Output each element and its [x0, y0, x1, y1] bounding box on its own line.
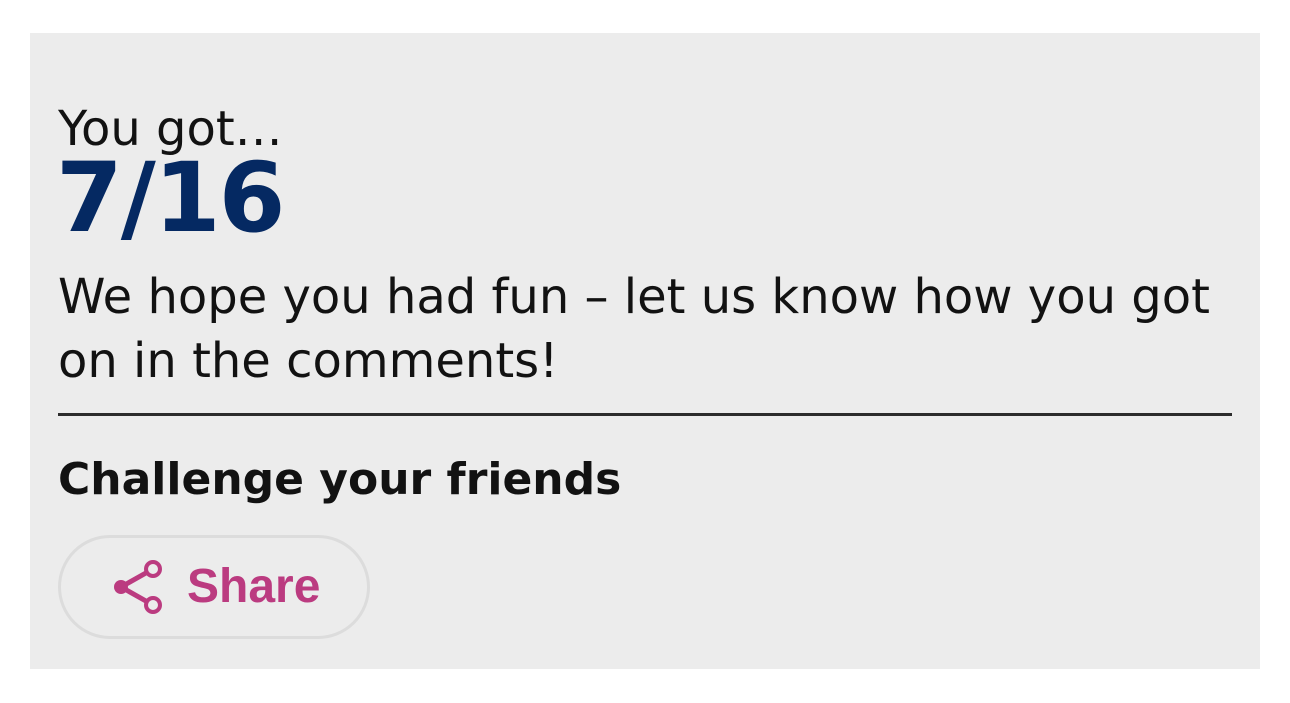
share-button-label: Share	[187, 560, 321, 613]
divider	[58, 413, 1232, 416]
result-message: We hope you had fun – let us know how yo…	[58, 269, 1210, 389]
share-button[interactable]: Share	[58, 535, 370, 639]
quiz-result-card: You got… 7/16 We hope you had fun – let …	[30, 33, 1260, 669]
share-icon	[109, 559, 165, 615]
result-score: 7/16	[56, 142, 285, 254]
challenge-heading: Challenge your friends	[58, 454, 622, 505]
